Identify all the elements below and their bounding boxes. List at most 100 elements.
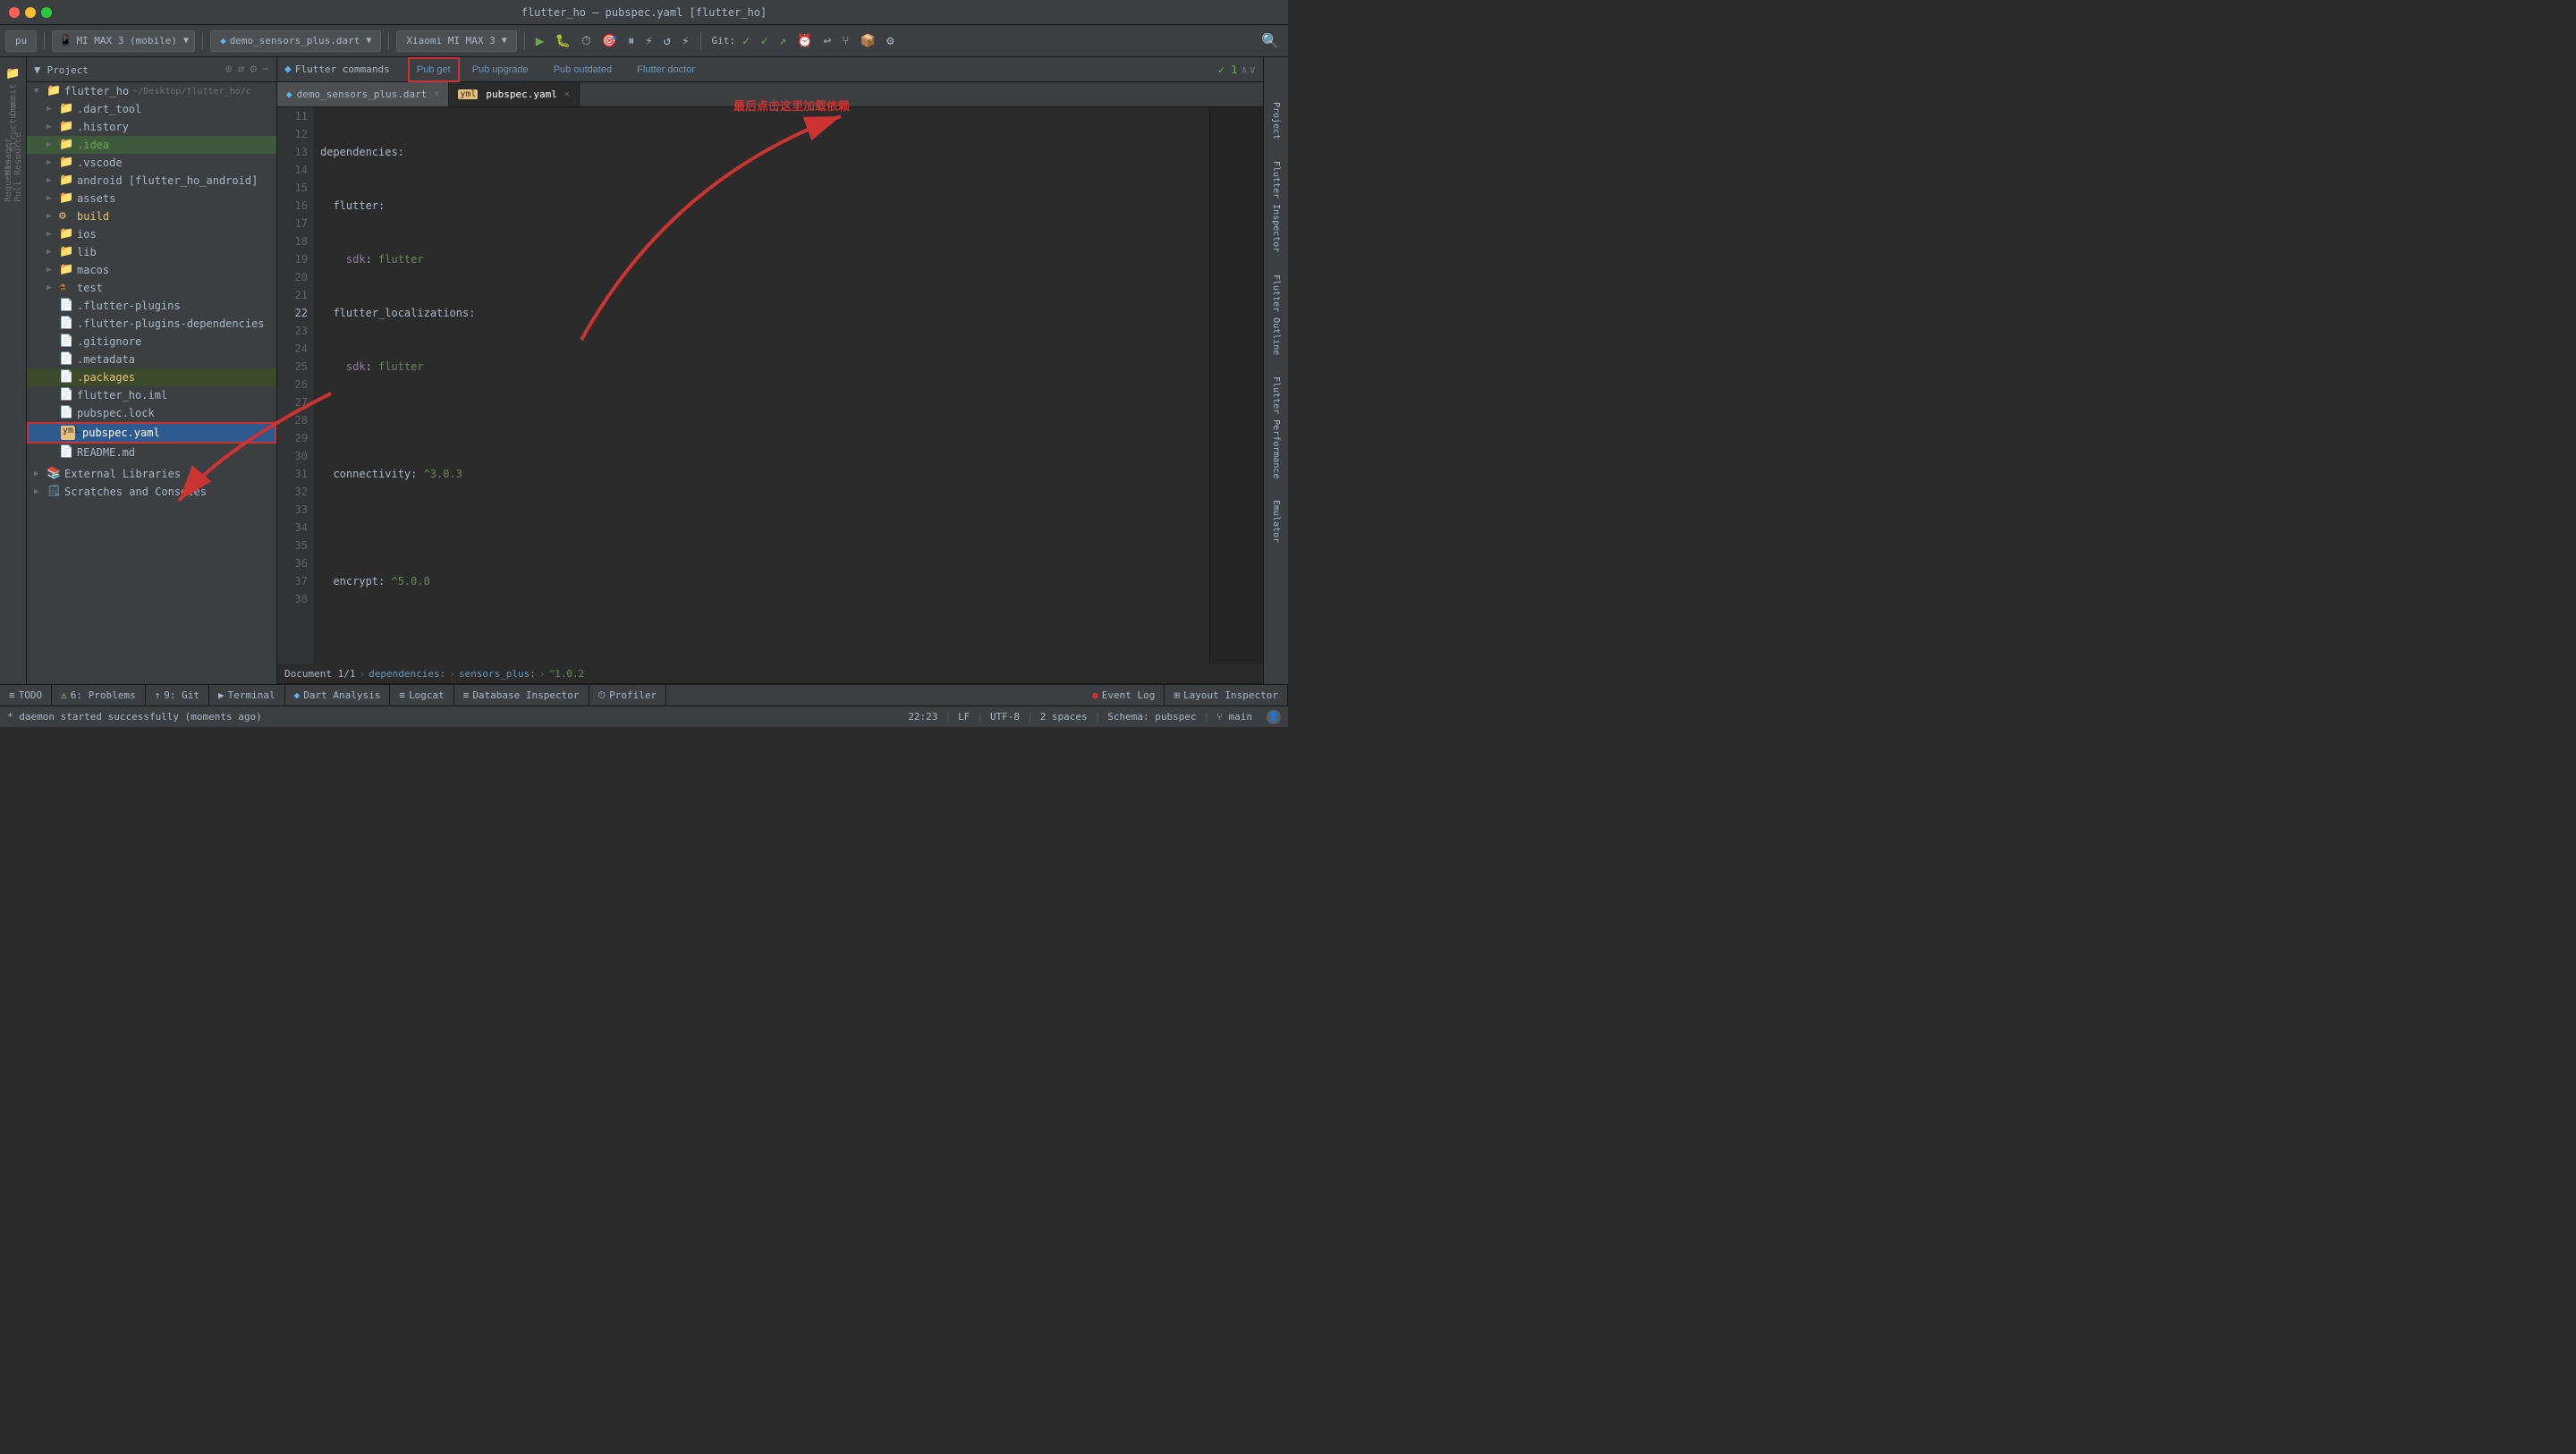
item-label: .history — [77, 121, 129, 133]
git-label: Git: — [712, 35, 736, 46]
right-panel-emulator[interactable]: Emulator — [1267, 491, 1284, 552]
tree-item-dart-tool[interactable]: ▶ 📁 .dart_tool — [27, 100, 276, 118]
config-selector[interactable]: ◆ demo_sensors_plus.dart ▼ — [210, 30, 381, 52]
git-branches[interactable]: ⑂ — [838, 32, 852, 50]
stop-button[interactable]: ⏸ — [624, 32, 638, 50]
device-selector[interactable]: 📱 MI MAX 3 (mobile) ▼ — [52, 30, 195, 52]
profile-button[interactable]: ⏱ — [578, 32, 595, 50]
bottom-tab-problems[interactable]: ⚠ 6: Problems — [52, 685, 145, 706]
profiler-icon: ⏱ — [598, 689, 606, 702]
file-icon: 📄 — [59, 334, 73, 349]
bottom-tab-logcat[interactable]: ≡ Logcat — [390, 685, 453, 706]
bottom-tab-profiler[interactable]: ⏱ Profiler — [589, 685, 667, 706]
git-stash[interactable]: 📦 — [857, 32, 879, 50]
breadcrumb-dep[interactable]: dependencies: — [369, 668, 445, 680]
add-icon[interactable]: ⊕ — [225, 63, 233, 76]
folder-icon: 📁 — [59, 156, 73, 170]
git-push[interactable]: ✓ — [757, 32, 771, 50]
status-line-col[interactable]: 22:23 — [908, 711, 937, 723]
tree-item-metadata[interactable]: 📄 .metadata — [27, 351, 276, 368]
flutter-doctor-button[interactable]: Flutter doctor — [624, 57, 708, 82]
code-editor[interactable]: 11 12 13 14 15 16 17 18 19 20 21 22 23 2… — [277, 107, 1263, 664]
maximize-button[interactable] — [41, 7, 52, 18]
git-pull[interactable]: ↗ — [775, 32, 790, 50]
status-encoding[interactable]: UTF-8 — [990, 711, 1020, 723]
ln-12: 12 — [283, 125, 308, 143]
close-button[interactable] — [9, 7, 20, 18]
project-sidebar: ▼ Project ⊕ ⇄ ⚙ − ▼ 📁 flutter_ho ~/Deskt… — [27, 57, 277, 684]
activity-project[interactable]: 📁 — [1, 61, 26, 86]
settings-icon[interactable]: ⚙ — [250, 63, 257, 76]
run-button[interactable]: ▶ — [532, 30, 548, 51]
tab-demo-sensors[interactable]: ◆ demo_sensors_plus.dart ✕ — [277, 82, 449, 106]
git-revert[interactable]: ↩ — [820, 32, 835, 50]
status-schema[interactable]: Schema: pubspec — [1107, 711, 1196, 723]
status-line-ending[interactable]: LF — [958, 711, 970, 723]
right-panel-outline[interactable]: Flutter Outline — [1267, 266, 1284, 364]
tree-item-gitignore[interactable]: 📄 .gitignore — [27, 333, 276, 351]
right-panel-project[interactable]: Project — [1267, 93, 1284, 148]
bottom-tab-event-log[interactable]: ● Event Log — [1083, 685, 1165, 706]
tree-item-android[interactable]: ▶ 📁 android [flutter_ho_android] — [27, 172, 276, 190]
bottom-tab-db-inspector[interactable]: ≡ Database Inspector — [454, 685, 589, 706]
tree-item-test[interactable]: ▶ ⚗ test — [27, 279, 276, 297]
tree-item-ios[interactable]: ▶ 📁 ios — [27, 225, 276, 243]
status-indent[interactable]: 2 spaces — [1040, 711, 1088, 723]
code-content[interactable]: dependencies: flutter: sdk: flutter flut… — [313, 107, 1209, 664]
tree-item-pubspec-yaml[interactable]: yml pubspec.yaml — [27, 422, 276, 444]
tab-close-icon[interactable]: ✕ — [564, 89, 570, 99]
toolbar-separator-4 — [524, 32, 525, 50]
bottom-tab-terminal[interactable]: ▶ Terminal — [209, 685, 285, 706]
pub-upgrade-button[interactable]: Pub upgrade — [460, 57, 541, 82]
collapse-btn[interactable]: ∨ — [1250, 63, 1256, 76]
attach-button[interactable]: ⚡ — [678, 32, 692, 50]
window-controls[interactable] — [9, 7, 52, 18]
project-button[interactable]: pu — [5, 30, 37, 52]
status-branch[interactable]: ⑂ main — [1216, 711, 1252, 723]
tree-item-vscode[interactable]: ▶ 📁 .vscode — [27, 154, 276, 172]
bottom-tab-git[interactable]: ↑ 9: Git — [146, 685, 209, 706]
tree-item-external-libs[interactable]: ▶ 📚 External Libraries — [27, 465, 276, 483]
pub-get-button[interactable]: Pub get — [408, 57, 460, 82]
search-button[interactable]: 🔍 — [1258, 30, 1283, 51]
coverage-button[interactable]: 🎯 — [598, 32, 621, 50]
minimize-panel-icon[interactable]: − — [262, 63, 269, 76]
tree-item-idea[interactable]: ▶ 📁 .idea — [27, 136, 276, 154]
breadcrumb-sensors[interactable]: sensors_plus: — [459, 668, 536, 680]
bottom-tab-todo[interactable]: ≡ TODO — [0, 685, 52, 706]
tree-item-flutter-plugins[interactable]: 📄 .flutter-plugins — [27, 297, 276, 315]
tree-item-pubspec-lock[interactable]: 📄 pubspec.lock — [27, 404, 276, 422]
git-history[interactable]: ⏰ — [793, 32, 816, 50]
git-settings[interactable]: ⚙ — [883, 32, 897, 50]
bottom-tab-layout-inspector[interactable]: ⊞ Layout Inspector — [1165, 685, 1288, 706]
expand-btn[interactable]: ∧ — [1241, 63, 1248, 76]
tree-item-lib[interactable]: ▶ 📁 lib — [27, 243, 276, 261]
tree-item-iml[interactable]: 📄 flutter_ho.iml — [27, 386, 276, 404]
bottom-tab-dart-analysis[interactable]: ◆ Dart Analysis — [285, 685, 391, 706]
sync-icon[interactable]: ⇄ — [238, 63, 245, 76]
tab-pubspec[interactable]: yml pubspec.yaml ✕ — [449, 82, 580, 106]
tree-root-flutter-ho[interactable]: ▼ 📁 flutter_ho ~/Desktop/flutter_ho/c — [27, 82, 276, 100]
tree-item-macos[interactable]: ▶ 📁 macos — [27, 261, 276, 279]
debug-button[interactable]: 🐛 — [551, 32, 573, 50]
tree-item-build[interactable]: ▶ ⚙ build — [27, 207, 276, 225]
tree-item-scratches[interactable]: ▶ 🗒 Scratches and Consoles — [27, 483, 276, 501]
tree-item-assets[interactable]: ▶ 📁 assets — [27, 190, 276, 207]
pub-outdated-button[interactable]: Pub outdated — [541, 57, 624, 82]
event-log-label: Event Log — [1102, 689, 1156, 701]
tree-item-packages[interactable]: 📄 .packages — [27, 368, 276, 386]
tree-item-flutter-plugins-deps[interactable]: 📄 .flutter-plugins-dependencies — [27, 315, 276, 333]
tree-item-history[interactable]: ▶ 📁 .history — [27, 118, 276, 136]
tab-close-icon[interactable]: ✕ — [434, 89, 439, 99]
right-panel-inspector[interactable]: Flutter Inspector — [1267, 152, 1284, 261]
hot-restart-button[interactable]: ↺ — [660, 32, 674, 50]
minimize-button[interactable] — [25, 7, 36, 18]
git-commit[interactable]: ✓ — [739, 32, 753, 50]
tree-item-readme[interactable]: 📄 README.md — [27, 444, 276, 461]
activity-pull-requests[interactable]: Pull Requests — [1, 168, 26, 193]
device2-selector[interactable]: Xiaomi MI MAX 3 ▼ — [396, 30, 516, 52]
right-panel-performance[interactable]: Flutter Performance — [1267, 368, 1284, 487]
item-label: .vscode — [77, 156, 123, 169]
hot-reload-button[interactable]: ⚡ — [641, 32, 656, 50]
status-sep-3: | — [1027, 711, 1033, 723]
